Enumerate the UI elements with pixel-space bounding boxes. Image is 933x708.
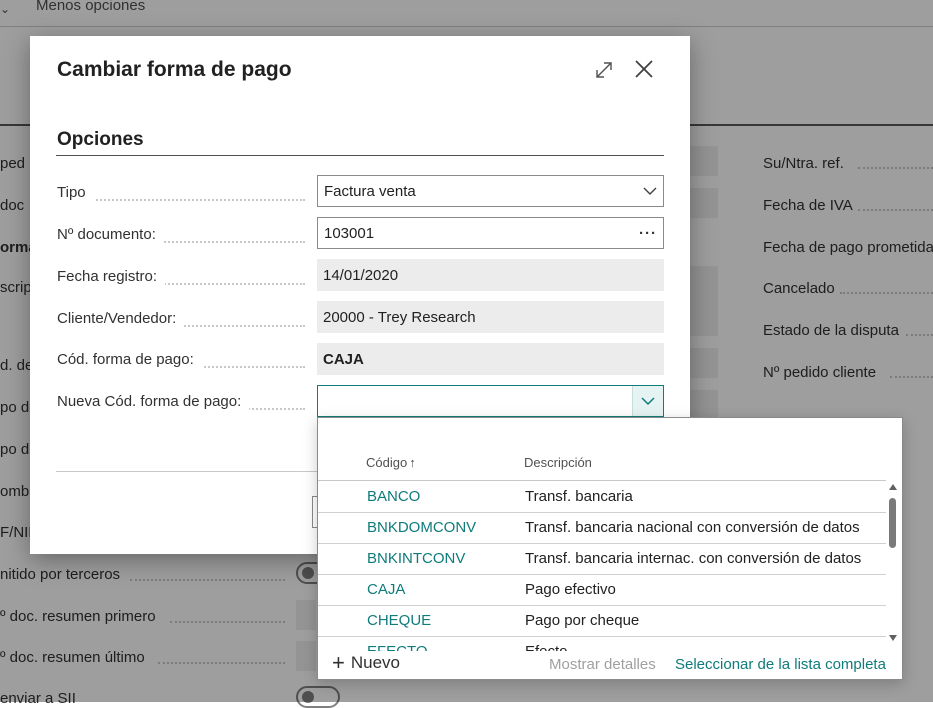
table-row[interactable]: BANCO Transf. bancaria: [318, 481, 886, 513]
customer-vendor-field: 20000 - Trey Research: [317, 301, 664, 333]
arrow-up-icon: ↑: [409, 455, 416, 470]
plus-icon: +: [332, 650, 345, 675]
lookup-rows: BANCO Transf. bancaria BNKDOMCONV Transf…: [318, 481, 886, 651]
field-dots: [57, 199, 305, 201]
column-header-description[interactable]: Descripción: [524, 455, 592, 470]
scrollbar[interactable]: [887, 481, 899, 649]
table-row[interactable]: CHEQUE Pago por cheque: [318, 605, 886, 637]
customer-vendor-label: Cliente/Vendedor:: [57, 310, 185, 327]
row-code[interactable]: CAJA: [367, 581, 405, 598]
document-no-input[interactable]: 103001 ···: [317, 217, 664, 249]
payment-method-value: CAJA: [323, 350, 364, 368]
row-description: Transf. bancaria: [525, 488, 633, 505]
ellipsis-icon[interactable]: ···: [639, 225, 657, 242]
row-description: Transf. bancaria internac. con conversió…: [525, 550, 862, 567]
section-title: Opciones: [57, 129, 144, 150]
dialog-title: Cambiar forma de pago: [57, 58, 292, 81]
row-code[interactable]: CHEQUE: [367, 612, 431, 629]
new-button[interactable]: + Nuevo: [332, 650, 400, 675]
posting-date-label: Fecha registro:: [57, 268, 166, 285]
new-payment-method-input[interactable]: [317, 385, 664, 417]
customer-vendor-value: 20000 - Trey Research: [323, 308, 476, 326]
row-description: Transf. bancaria nacional con conversión…: [525, 519, 860, 536]
lookup-footer: + Nuevo Mostrar detalles Seleccionar de …: [318, 651, 902, 679]
close-icon[interactable]: [630, 55, 658, 83]
posting-date-field: 14/01/2020: [317, 259, 664, 291]
type-select[interactable]: Factura venta: [317, 175, 664, 207]
row-description: Pago efectivo: [525, 581, 616, 598]
row-code[interactable]: BNKINTCONV: [367, 550, 465, 567]
row-code[interactable]: BNKDOMCONV: [367, 519, 476, 536]
show-details-button[interactable]: Mostrar detalles: [549, 656, 656, 673]
document-no-value: 103001: [324, 224, 375, 242]
table-row[interactable]: EFECTO Efecto: [318, 636, 886, 651]
row-description: Efecto: [525, 643, 568, 651]
row-code[interactable]: EFECTO: [367, 643, 428, 651]
new-payment-method-label: Nueva Cód. forma de pago:: [57, 393, 250, 410]
table-row[interactable]: BNKINTCONV Transf. bancaria internac. co…: [318, 543, 886, 575]
scroll-up-icon[interactable]: [889, 484, 897, 490]
table-row[interactable]: BNKDOMCONV Transf. bancaria nacional con…: [318, 512, 886, 544]
type-value: Factura venta: [324, 182, 416, 200]
scroll-thumb[interactable]: [889, 498, 896, 548]
document-no-label: Nº documento:: [57, 226, 164, 243]
table-row[interactable]: CAJA Pago efectivo: [318, 574, 886, 606]
new-button-label: Nuevo: [350, 653, 400, 672]
posting-date-value: 14/01/2020: [323, 266, 399, 284]
row-description: Pago por cheque: [525, 612, 640, 629]
dropdown-button[interactable]: [632, 386, 663, 416]
payment-method-label: Cód. forma de pago:: [57, 351, 202, 368]
payment-method-lookup: Código ↑ Descripción BANCO Transf. bancar…: [317, 417, 903, 680]
chevron-down-icon: [641, 396, 655, 405]
chevron-down-icon: [643, 187, 657, 195]
expand-icon[interactable]: [590, 56, 618, 84]
section-divider: [56, 155, 664, 156]
row-code[interactable]: BANCO: [367, 488, 420, 505]
payment-method-field: CAJA: [317, 343, 664, 375]
column-header-code[interactable]: Código ↑: [366, 455, 416, 470]
column-code-label: Código: [366, 455, 408, 470]
scroll-down-icon[interactable]: [889, 635, 897, 641]
footer-divider: [56, 471, 356, 472]
select-from-full-list-link[interactable]: Seleccionar de la lista completa: [675, 656, 886, 673]
type-label: Tipo: [57, 184, 94, 201]
